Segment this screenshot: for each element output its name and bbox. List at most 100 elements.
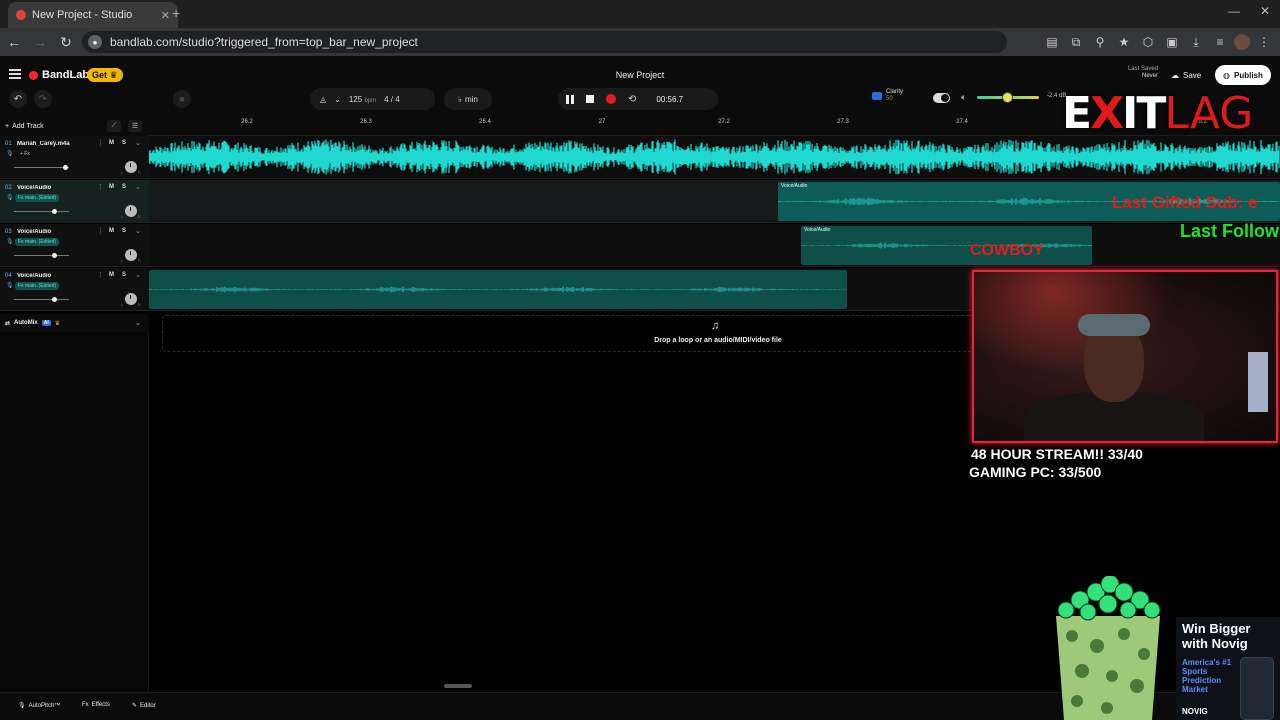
more-options-icon[interactable]: ⋮	[97, 271, 104, 279]
mic-icon[interactable]: 🎙︎	[6, 194, 14, 201]
editor-button[interactable]: ✎ Editor	[132, 702, 156, 710]
track-lane-2[interactable]: Voice/Audio	[149, 180, 1280, 223]
stop-square-icon[interactable]: ■	[173, 90, 191, 108]
hamburger-menu-icon[interactable]	[9, 69, 21, 79]
master-volume-knob[interactable]	[1002, 92, 1013, 103]
speaker-icon[interactable]: 🔈︎	[961, 92, 966, 103]
record-button[interactable]	[606, 94, 616, 104]
key-control[interactable]: ♭ min	[444, 88, 492, 110]
chevron-down-icon[interactable]: ⌄	[135, 227, 141, 235]
chevron-down-icon[interactable]: ⌄	[135, 271, 141, 279]
back-icon[interactable]: ←	[2, 30, 26, 54]
time-signature[interactable]: 4 / 4	[384, 95, 400, 104]
save-button[interactable]: ☁ Save	[1165, 66, 1207, 84]
undo-icon[interactable]: ↶	[9, 90, 27, 108]
reload-icon[interactable]: ↻	[54, 30, 78, 54]
audio-region[interactable]: Voice/Audio	[801, 226, 1092, 265]
track-volume-knob[interactable]	[52, 209, 57, 214]
track-name[interactable]: Voice/Audio	[17, 185, 97, 191]
new-tab-icon[interactable]: +	[172, 5, 180, 21]
downloads-icon[interactable]: ⤓	[1186, 32, 1206, 52]
automix-row[interactable]: ⇄ AutoMix AI ♛ ⌄	[0, 314, 149, 332]
track-volume-knob[interactable]	[52, 297, 57, 302]
tempo-control[interactable]: ◬ ⌄ 125 bpm 4 / 4	[310, 88, 435, 110]
fx-chip[interactable]: Fx main. (Edited)	[15, 194, 60, 202]
more-options-icon[interactable]: ⋮	[97, 183, 104, 191]
site-info-icon[interactable]: ●	[88, 35, 102, 49]
fx-chip[interactable]: + Fx	[17, 150, 33, 158]
redo-icon[interactable]: ↷	[34, 90, 52, 108]
track-lane-3[interactable]: Voice/Audio	[149, 224, 1280, 267]
mic-icon[interactable]: 🎙︎	[6, 238, 14, 245]
media-control-icon[interactable]: ≡	[1210, 32, 1230, 52]
loop-icon[interactable]: ⟲	[628, 94, 636, 105]
reader-mode-icon[interactable]: ▤	[1042, 32, 1062, 52]
clarity-control[interactable]: Clarity 50	[872, 89, 903, 103]
wand-icon[interactable]: ⟋	[107, 120, 121, 132]
forward-icon[interactable]: →	[28, 30, 52, 54]
mute-button[interactable]: M	[109, 272, 114, 278]
mute-button[interactable]: M	[109, 184, 114, 190]
pan-knob[interactable]	[125, 249, 137, 261]
profile-avatar[interactable]	[1234, 34, 1250, 50]
track-header[interactable]: 🎙︎ 01 Mariah_Carey.m4a ⋮ M S ⌄ + Fx L R	[0, 136, 149, 179]
extensions-icon[interactable]: ⬡	[1138, 32, 1158, 52]
mute-button[interactable]: M	[109, 140, 114, 146]
track-volume-slider[interactable]	[14, 299, 69, 300]
track-header[interactable]: 🎙︎ 02 Voice/Audio ⋮ M S ⌄ Fx main. (Edited) L R	[0, 180, 149, 223]
track-volume-knob[interactable]	[52, 253, 57, 258]
solo-button[interactable]: S	[122, 184, 126, 190]
panel-resize-handle[interactable]	[444, 684, 472, 688]
more-options-icon[interactable]: ⋮	[97, 227, 104, 235]
track-volume-slider[interactable]	[14, 255, 69, 256]
stop-button[interactable]	[586, 95, 594, 103]
browser-tab[interactable]: New Project - Studio ✕	[8, 2, 178, 28]
more-options-icon[interactable]: ⋮	[97, 139, 104, 147]
zoom-icon[interactable]: ⚲	[1090, 32, 1110, 52]
bookmark-star-icon[interactable]: ★	[1114, 32, 1134, 52]
mixer-icon[interactable]: ☰	[128, 120, 142, 132]
publish-button[interactable]: ◍ Publish	[1215, 65, 1271, 85]
pan-knob[interactable]	[125, 293, 137, 305]
audio-region[interactable]	[149, 270, 847, 309]
close-window-icon[interactable]: ✕	[1260, 4, 1270, 18]
metronome-icon[interactable]: ◬	[320, 95, 326, 104]
browser-menu-icon[interactable]: ⋮	[1254, 32, 1274, 52]
pan-knob[interactable]	[125, 161, 137, 173]
track-volume-slider[interactable]	[14, 211, 69, 212]
mute-button[interactable]: M	[109, 228, 114, 234]
track-volume-knob[interactable]	[63, 165, 68, 170]
fx-chip[interactable]: Fx main. (Edited)	[15, 282, 60, 290]
url-field[interactable]: ● bandlab.com/studio?triggered_from=top_…	[82, 31, 1007, 53]
track-header[interactable]: 🎙︎ 04 Voice/Audio ⋮ M S ⌄ Fx main. (Edited) L R	[0, 268, 149, 311]
pan-knob[interactable]	[125, 205, 137, 217]
mic-icon[interactable]: 🎙︎	[6, 282, 14, 289]
clarity-toggle[interactable]	[933, 93, 950, 103]
project-title[interactable]: New Project	[560, 70, 720, 80]
fx-chip[interactable]: Fx main. (Edited)	[15, 238, 60, 246]
track-name[interactable]: Mariah_Carey.m4a	[17, 141, 97, 147]
close-tab-icon[interactable]: ✕	[161, 9, 170, 22]
autopitch-button[interactable]: 🎙︎ AutoPitch™	[18, 702, 60, 710]
solo-button[interactable]: S	[122, 228, 126, 234]
chevron-down-icon[interactable]: ⌄	[135, 183, 141, 191]
chevron-down-icon[interactable]: ⌄	[135, 319, 141, 327]
track-lane-1[interactable]	[149, 136, 1280, 179]
get-membership-button[interactable]: Get ♛	[87, 68, 123, 82]
track-volume-slider[interactable]	[14, 167, 69, 168]
solo-button[interactable]: S	[122, 272, 126, 278]
minimize-icon[interactable]: —	[1228, 4, 1240, 18]
track-name[interactable]: Voice/Audio	[17, 229, 97, 235]
sidepanel-icon[interactable]: ▣	[1162, 32, 1182, 52]
install-app-icon[interactable]: ⧉	[1066, 32, 1086, 52]
tempo-value[interactable]: 125 bpm	[349, 95, 376, 104]
add-track-button[interactable]: + Add Track	[5, 120, 44, 132]
effects-button[interactable]: Fx Effects	[82, 702, 110, 708]
track-name[interactable]: Voice/Audio	[17, 273, 97, 279]
pause-button[interactable]	[566, 94, 574, 104]
bandlab-logo[interactable]: BandLab	[29, 69, 89, 81]
solo-button[interactable]: S	[122, 140, 126, 146]
mic-icon[interactable]: 🎙︎	[6, 150, 14, 157]
chevron-down-icon[interactable]: ⌄	[135, 139, 141, 147]
chevron-down-icon[interactable]: ⌄	[334, 95, 341, 104]
